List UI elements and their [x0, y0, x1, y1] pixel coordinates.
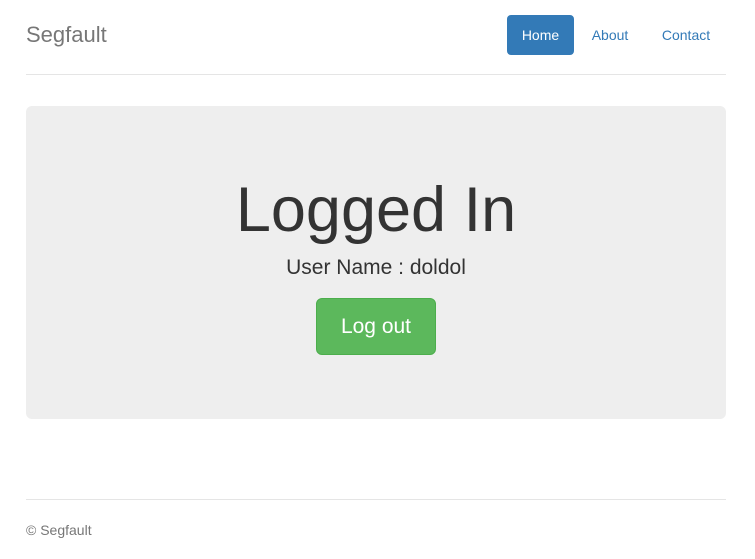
nav-item-home[interactable]: Home	[507, 15, 574, 55]
user-name-line: User Name : doldol	[286, 256, 466, 279]
page: Segfault Home About Contact Logged In Us…	[0, 0, 755, 559]
jumbotron: Logged In User Name : doldol Log out	[26, 106, 726, 419]
page-title: Logged In	[235, 175, 517, 245]
nav: Home About Contact	[505, 15, 726, 55]
nav-item-about[interactable]: About	[576, 15, 644, 55]
brand[interactable]: Segfault	[26, 22, 107, 48]
footer-copyright: © Segfault	[26, 522, 92, 538]
nav-item-contact[interactable]: Contact	[646, 15, 726, 55]
header: Segfault Home About Contact	[26, 0, 726, 75]
footer: © Segfault	[26, 499, 726, 559]
logout-button[interactable]: Log out	[316, 298, 436, 355]
